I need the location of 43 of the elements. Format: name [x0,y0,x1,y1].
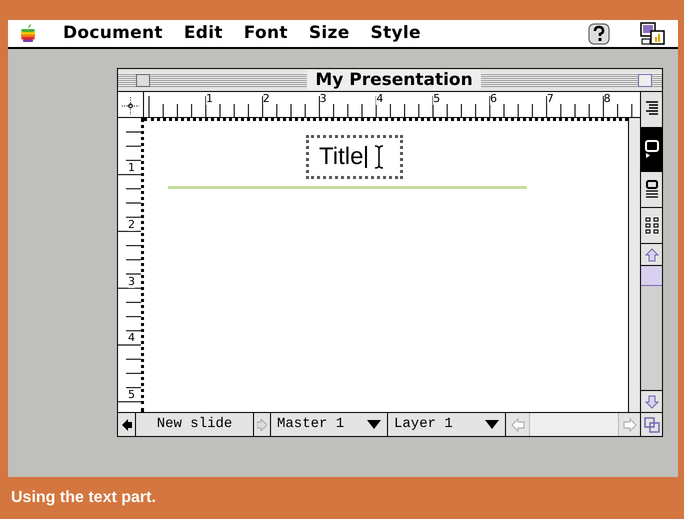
ruler-number: 1 [206,93,213,105]
close-box[interactable] [136,74,150,86]
left-arrow-icon [122,418,132,430]
layer-popup[interactable]: Layer 1 [388,413,506,436]
overlapping-squares-icon [644,416,660,432]
ruler-number: 3 [128,276,135,288]
next-slide-button[interactable] [254,413,271,436]
ruler-number: 4 [376,93,384,105]
application-icon[interactable] [640,22,666,46]
grid-icon [644,216,660,235]
window-title: My Presentation [307,70,481,90]
ruler-number: 6 [490,93,497,105]
ruler-number: 2 [128,218,135,231]
master-popup[interactable]: Master 1 [271,413,388,436]
help-icon[interactable] [588,22,610,44]
menu-item[interactable]: Edit [184,20,223,46]
left-arrow-icon [510,418,524,432]
figure-caption: Using the text part. [10,488,156,508]
ruler-number: 5 [433,93,440,105]
menu-item[interactable]: Font [244,20,288,46]
scroll-down-button[interactable] [641,390,662,412]
apple-logo-icon[interactable] [20,24,36,43]
scroll-thumb[interactable] [641,266,662,286]
slide-view-button[interactable] [641,128,662,172]
up-arrow-icon [644,248,658,262]
dropdown-caret-icon [485,420,499,429]
down-arrow-icon [644,394,658,408]
slide-with-lines-icon [644,180,660,199]
ruler-number: 5 [128,389,135,402]
right-arrow-icon [622,418,636,432]
resize-button[interactable] [641,412,662,436]
menu-item[interactable]: Document [63,20,163,46]
zoom-box[interactable] [638,74,652,86]
right-arrow-icon [257,418,267,430]
slide-icon [644,140,660,159]
menu-item[interactable]: Style [370,20,421,46]
dropdown-caret-icon [367,420,381,429]
title-text: Title [319,143,364,171]
text-cursor [365,146,368,168]
ruler-number: 1 [128,162,135,174]
i-beam-cursor-icon [373,145,386,169]
title-text-box[interactable]: Title [306,135,403,179]
menu-item[interactable]: Size [308,20,350,46]
